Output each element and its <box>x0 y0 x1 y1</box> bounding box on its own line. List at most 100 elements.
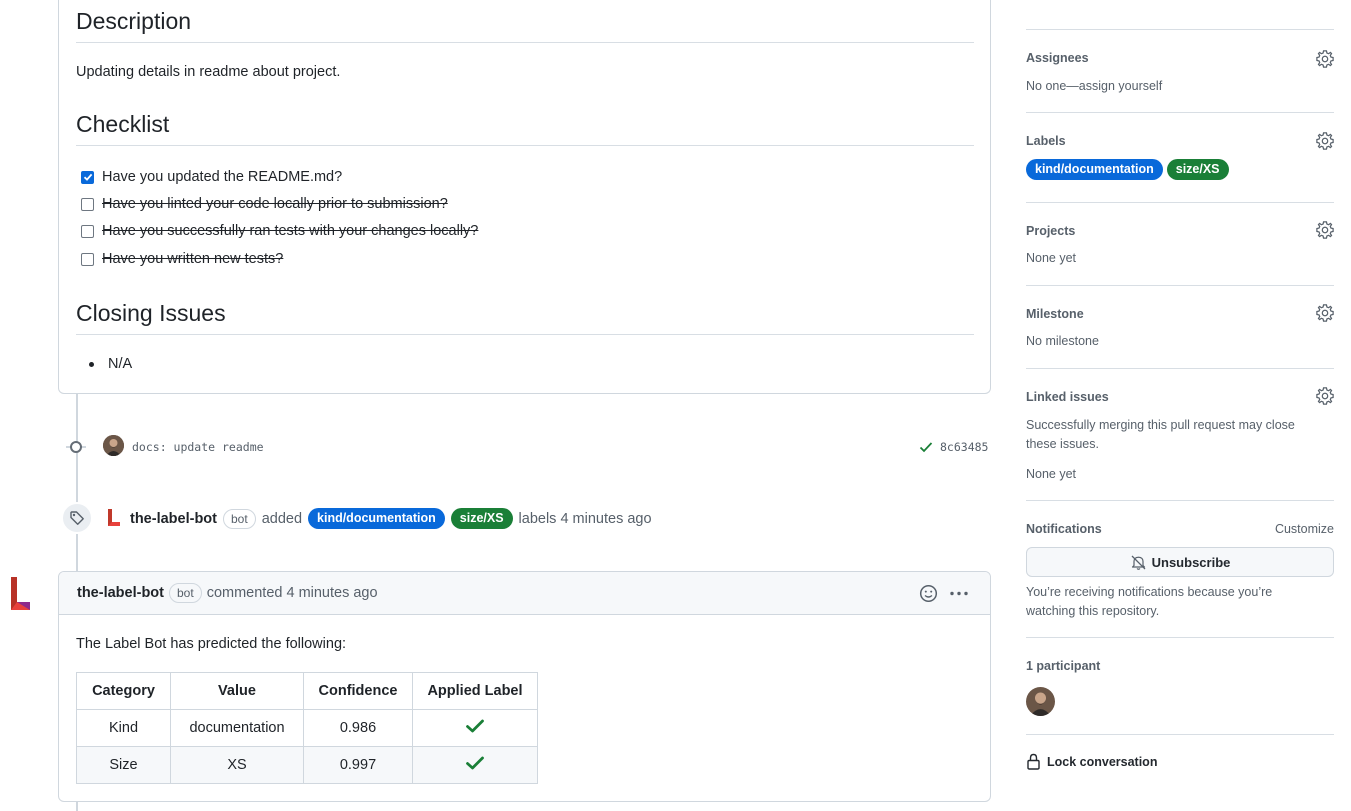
list-item: N/A <box>89 356 132 372</box>
user-avatar-icon <box>1026 687 1055 716</box>
table-cell: XS <box>170 746 304 784</box>
checkbox-checked[interactable] <box>81 170 94 184</box>
sidebar-divider <box>1026 368 1334 369</box>
unsubscribe-label: Unsubscribe <box>1151 554 1231 570</box>
checkbox-unchecked[interactable] <box>81 197 94 211</box>
label-kind-documentation[interactable]: kind/documentation <box>1026 159 1163 180</box>
projects-title[interactable]: Projects <box>1026 224 1075 238</box>
heavy-check-mark-icon <box>466 756 484 770</box>
table-cell: 0.997 <box>303 746 413 784</box>
table-header: Category <box>76 672 171 710</box>
linked-issues-help: Successfully merging this pull request m… <box>1026 418 1295 451</box>
gear-icon[interactable] <box>1316 221 1334 239</box>
assignees-title[interactable]: Assignees <box>1026 51 1089 65</box>
participants-title: 1 participant <box>1026 659 1101 673</box>
comment-timestamp[interactable]: commented 4 minutes ago <box>207 585 378 601</box>
sidebar-divider <box>1026 29 1334 30</box>
timeline-line <box>76 534 78 571</box>
sidebar-labels: kind/documentation size/XS <box>1026 159 1229 180</box>
lock-conversation-link[interactable]: Lock conversation <box>1026 753 1157 770</box>
table-row: Kind documentation 0.986 <box>76 709 538 747</box>
labels-title[interactable]: Labels <box>1026 134 1066 148</box>
avatar[interactable] <box>103 435 124 456</box>
label-event-line: the-label-bot bot added kind/documentati… <box>130 508 652 529</box>
timeline-line <box>76 802 78 811</box>
participant-avatar[interactable] <box>1026 687 1055 716</box>
checkbox-unchecked[interactable] <box>81 224 94 238</box>
table-header: Applied Label <box>412 672 538 710</box>
sidebar-divider <box>1026 637 1334 638</box>
prediction-table: Category Value Confidence Applied Label … <box>76 672 538 784</box>
label-size-xs[interactable]: size/XS <box>1166 159 1229 180</box>
commit-sha-link[interactable]: 8c63485 <box>940 440 988 454</box>
milestone-value: No milestone <box>1026 334 1099 348</box>
user-avatar-icon <box>103 435 124 456</box>
bot-badge: bot <box>223 508 256 529</box>
checklist-item-label: Have you successfully ran tests with you… <box>102 223 479 239</box>
comment-card: the-label-bot bot commented 4 minutes ag… <box>58 571 991 802</box>
unsubscribe-button[interactable]: Unsubscribe <box>1026 547 1334 577</box>
customize-link[interactable]: Customize <box>1275 520 1334 539</box>
checklist-item[interactable]: Have you successfully ran tests with you… <box>81 221 478 241</box>
checklist-heading: Checklist <box>76 110 974 146</box>
projects-value: None yet <box>1026 251 1077 265</box>
closing-issues-heading: Closing Issues <box>76 299 974 335</box>
checklist-item-label: Have you updated the README.md? <box>102 169 343 185</box>
gear-icon[interactable] <box>1316 50 1334 68</box>
description-text: Updating details in readme about project… <box>76 64 341 80</box>
comment-author-link[interactable]: the-label-bot <box>77 585 164 601</box>
gear-icon[interactable] <box>1316 132 1334 150</box>
tag-icon <box>70 511 84 525</box>
bullet-icon <box>89 361 94 367</box>
table-header: Value <box>170 672 304 710</box>
smiley-icon[interactable] <box>919 584 938 603</box>
check-icon <box>83 173 92 181</box>
sidebar-divider <box>1026 734 1334 735</box>
sidebar-divider <box>1026 202 1334 203</box>
assign-yourself-link[interactable]: No one—assign yourself <box>1026 77 1162 96</box>
table-cell: 0.986 <box>303 709 413 747</box>
table-cell: Kind <box>76 709 171 747</box>
description-heading: Description <box>76 7 974 43</box>
gear-icon[interactable] <box>1316 304 1334 322</box>
lock-icon <box>1027 753 1040 770</box>
milestone-title[interactable]: Milestone <box>1026 307 1084 321</box>
checklist-item-label: Have you linted your code locally prior … <box>102 196 448 212</box>
checklist-item[interactable]: Have you linted your code locally prior … <box>81 194 448 214</box>
git-commit-icon <box>70 441 82 453</box>
gear-icon[interactable] <box>1316 387 1334 405</box>
check-status-icon[interactable] <box>919 441 933 453</box>
comment-body-text: The Label Bot has predicted the followin… <box>76 636 347 652</box>
pr-description-card: Description Updating details in readme a… <box>58 0 991 394</box>
comment-header: the-label-bot bot commented 4 minutes ag… <box>59 572 990 615</box>
checkbox-unchecked[interactable] <box>81 252 94 266</box>
linked-issues-title[interactable]: Linked issues <box>1026 390 1109 404</box>
kebab-menu-icon[interactable] <box>949 584 969 603</box>
table-cell <box>412 746 538 784</box>
bot-badge: bot <box>169 583 202 603</box>
lock-conversation-label: Lock conversation <box>1047 754 1158 769</box>
event-timestamp[interactable]: labels 4 minutes ago <box>519 511 652 527</box>
label-bot-logo-icon[interactable] <box>106 508 122 528</box>
label-bot-avatar-icon[interactable] <box>8 575 34 613</box>
linked-issues-value: None yet <box>1026 467 1077 481</box>
tag-event-badge <box>61 502 93 534</box>
table-cell: Size <box>76 746 171 784</box>
notifications-reason: You’re receiving notifications because y… <box>1026 585 1273 618</box>
label-size-xs[interactable]: size/XS <box>450 508 513 529</box>
closing-issue-text: N/A <box>108 356 133 372</box>
actor-link[interactable]: the-label-bot <box>130 511 217 527</box>
checklist-item[interactable]: Have you updated the README.md? <box>81 167 342 187</box>
commit-message-link[interactable]: docs: update readme <box>132 440 264 454</box>
table-cell <box>412 709 538 747</box>
checklist-item-label: Have you written new tests? <box>102 251 284 267</box>
notifications-title: Notifications <box>1026 522 1102 536</box>
label-kind-documentation[interactable]: kind/documentation <box>308 508 445 529</box>
bell-slash-icon <box>1131 555 1146 570</box>
table-header: Confidence <box>303 672 413 710</box>
heavy-check-mark-icon <box>466 719 484 733</box>
table-cell: documentation <box>170 709 304 747</box>
sidebar-divider <box>1026 285 1334 286</box>
event-verb: added <box>261 510 303 527</box>
checklist-item[interactable]: Have you written new tests? <box>81 249 283 269</box>
